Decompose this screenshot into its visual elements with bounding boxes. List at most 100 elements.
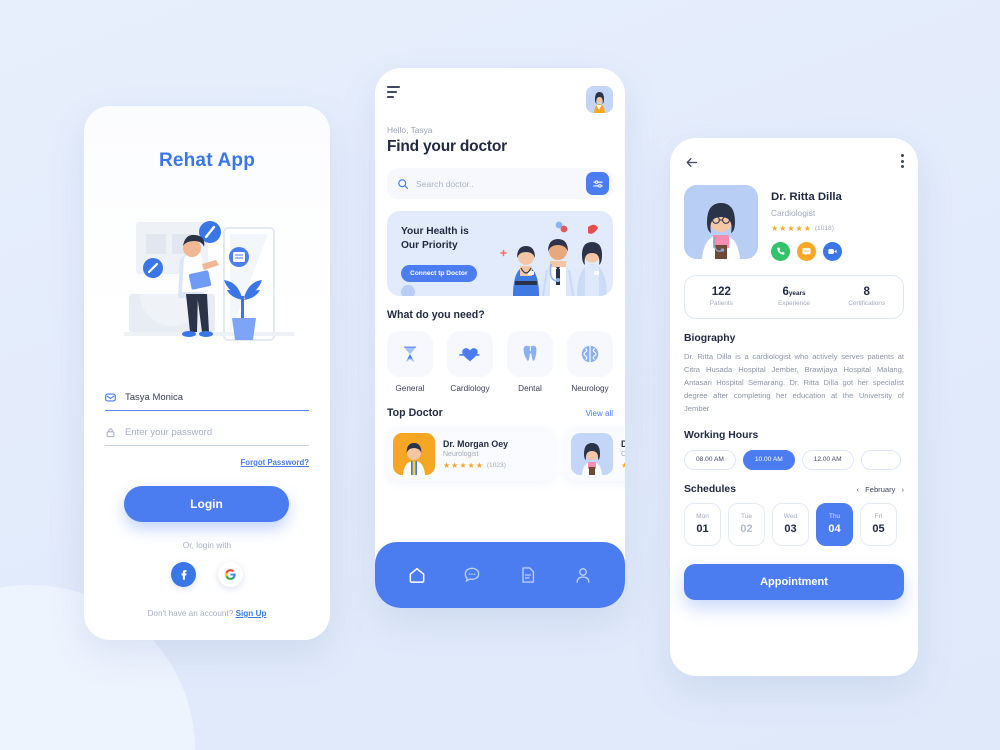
- hour-chip[interactable]: 08.00 AM: [684, 449, 736, 470]
- category-label: Neurology: [571, 384, 609, 393]
- rating: ★ ★ ★ ★ ★ (1023): [443, 460, 506, 470]
- stats-row: 122 Patients 6years Experience 8 Certifi…: [684, 274, 904, 319]
- next-month-button[interactable]: ›: [901, 485, 904, 494]
- banner-decor-dot: [401, 285, 415, 296]
- category-general[interactable]: General: [387, 331, 433, 393]
- password-field[interactable]: Enter your password: [105, 427, 309, 446]
- rating-count: (1018): [814, 224, 834, 232]
- search-input[interactable]: Search doctor..: [416, 179, 586, 189]
- hour-chip[interactable]: 12.00 AM: [801, 449, 854, 470]
- signup-link[interactable]: Sign Up: [236, 609, 267, 618]
- month-selector: ‹ February ›: [857, 485, 904, 494]
- category-label: General: [395, 384, 425, 393]
- more-options-icon[interactable]: [901, 154, 904, 171]
- detail-topbar: [670, 138, 918, 171]
- category-neurology[interactable]: Neurology: [567, 331, 613, 393]
- email-value: Tasya Monica: [125, 392, 184, 403]
- tab-home-icon[interactable]: [407, 565, 427, 585]
- search-icon: [398, 178, 409, 189]
- social-login-row: [84, 562, 330, 587]
- login-illustration: [84, 186, 330, 354]
- prev-month-button[interactable]: ‹: [857, 485, 860, 494]
- back-arrow-icon[interactable]: [684, 155, 699, 170]
- day-name: Wed: [783, 513, 798, 521]
- view-all-link[interactable]: View all: [586, 409, 613, 418]
- doctor-card[interactable]: Dr. Morgan Oey Neurologist ★ ★ ★ ★ ★ (1023): [387, 427, 555, 481]
- connect-doctor-button[interactable]: Connect tp Doctor: [401, 265, 477, 282]
- bottom-tabbar: [375, 542, 625, 608]
- tab-profile-icon[interactable]: [573, 565, 593, 585]
- day-cell[interactable]: Mon 01: [684, 502, 721, 546]
- facebook-icon: [181, 570, 187, 580]
- screenshot-canvas: Rehat App Tasya Monica Enter your passwo…: [0, 0, 1000, 750]
- category-label: Cardiology: [450, 384, 490, 393]
- contact-buttons: [771, 241, 842, 261]
- doctor-name: Dr. Morgan Oey: [443, 438, 509, 449]
- day-cell-selected[interactable]: Thu 04: [816, 502, 853, 546]
- promo-banner[interactable]: Your Health is Our Priority Connect tp D…: [387, 211, 613, 296]
- lock-icon: [106, 428, 115, 438]
- forgot-password-link[interactable]: Forgot Password?: [241, 458, 309, 467]
- search-bar[interactable]: Search doctor..: [387, 168, 613, 199]
- call-button[interactable]: [771, 241, 790, 261]
- doctor-card[interactable]: Dr. Cardi ★★★★★: [565, 427, 625, 481]
- hour-chip-selected[interactable]: 10.00 AM: [742, 449, 795, 470]
- login-screen: Rehat App Tasya Monica Enter your passwo…: [84, 106, 330, 640]
- stat-unit: years: [788, 290, 806, 297]
- banner-illustration: [500, 221, 607, 296]
- day-cell[interactable]: Tue 02: [728, 502, 765, 546]
- avatar[interactable]: [586, 86, 613, 113]
- app-title: Rehat App: [158, 150, 256, 171]
- login-button[interactable]: Login: [124, 486, 289, 522]
- doctor-name: Dr.: [621, 438, 625, 449]
- chat-button[interactable]: [797, 241, 816, 261]
- stat-patients: 122 Patients: [685, 286, 758, 307]
- doctor-photo: [684, 184, 758, 259]
- categories-heading: What do you need?: [387, 309, 485, 321]
- doctor-photo: [571, 433, 613, 475]
- category-list: General Cardiology Dental Neurology: [387, 331, 613, 393]
- working-hours-list: 08.00 AM 10.00 AM 12.00 AM: [684, 449, 904, 470]
- google-login-button[interactable]: [218, 562, 243, 587]
- month-label: February: [865, 484, 896, 494]
- video-button[interactable]: [823, 241, 842, 261]
- hour-chip[interactable]: [860, 449, 901, 470]
- biography-heading: Biography: [684, 332, 736, 344]
- category-dental[interactable]: Dental: [507, 331, 553, 393]
- rating: ★ ★ ★ ★ ★ (1018): [771, 223, 834, 233]
- banner-line2: Our Priority: [401, 240, 458, 251]
- tab-records-icon[interactable]: [518, 565, 538, 585]
- day-date: 01: [696, 523, 709, 536]
- facebook-login-button[interactable]: [171, 562, 196, 587]
- working-hours-heading: Working Hours: [684, 429, 759, 441]
- page-title: Find your doctor: [387, 138, 507, 155]
- doctor-name: Dr. Ritta Dilla: [771, 190, 842, 203]
- mail-icon: [105, 393, 116, 402]
- email-field[interactable]: Tasya Monica: [105, 392, 309, 411]
- rating: ★★★★★: [621, 460, 625, 470]
- heartbeat-icon-wrap: [447, 331, 493, 377]
- tab-chat-icon[interactable]: [462, 565, 482, 585]
- video-icon: [828, 248, 837, 254]
- doctor-specialty: Cardi: [621, 450, 625, 458]
- menu-icon[interactable]: [387, 86, 400, 101]
- doctor-specialty: Neurologist: [443, 450, 479, 458]
- doctor-photo: [393, 433, 435, 475]
- top-doctor-list: Dr. Morgan Oey Neurologist ★ ★ ★ ★ ★ (1023): [387, 427, 625, 481]
- day-list: Mon 01 Tue 02 Wed 03 Thu 04 Fri 05: [684, 502, 904, 546]
- filter-button[interactable]: [586, 172, 609, 195]
- category-cardiology[interactable]: Cardiology: [447, 331, 493, 393]
- category-label: Dental: [518, 384, 542, 393]
- tooth-icon-wrap: [507, 331, 553, 377]
- appointment-button[interactable]: Appointment: [684, 563, 904, 600]
- day-date: 03: [784, 523, 797, 536]
- day-name: Fri: [874, 513, 883, 521]
- password-placeholder: Enter your password: [125, 427, 213, 438]
- day-name: Tue: [740, 513, 753, 521]
- greeting: Hello, Tasya: [387, 125, 433, 135]
- day-cell[interactable]: Wed 03: [772, 502, 809, 546]
- stat-value: 8: [863, 286, 870, 298]
- biography-text: Dr. Ritta Dilla is a cardiologist who ac…: [684, 351, 904, 414]
- day-date: 05: [872, 523, 885, 536]
- day-cell[interactable]: Fri 05: [860, 502, 897, 546]
